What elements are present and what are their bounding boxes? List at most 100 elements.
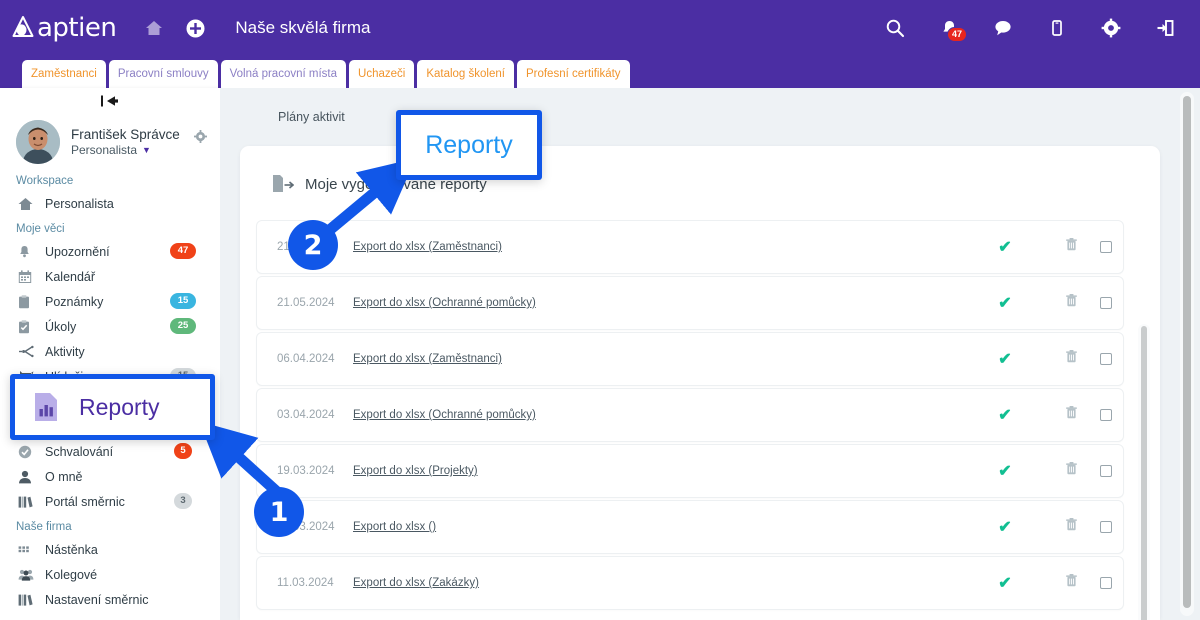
panel-title: Moje vygenerované reporty (305, 175, 487, 193)
sidebar-item-ukoly[interactable]: Úkoly 25 (0, 314, 220, 339)
trash-icon[interactable] (1053, 406, 1089, 424)
module-tab-pracovni-smlouvy[interactable]: Pracovní smlouvy (108, 60, 218, 88)
sidebar-group-nase-firma: Naše firma (16, 521, 72, 533)
avatar (16, 120, 60, 164)
checkbox-icon (1100, 241, 1112, 253)
chat-bubble-icon[interactable] (976, 0, 1030, 56)
sidebar: František Správce Personalista ▼ Workspa… (0, 88, 220, 620)
sidebar-item-nastaveni-smernic[interactable]: Nastavení směrnic (0, 587, 220, 612)
sidebar-item-zadanky[interactable]: Žádanky (0, 414, 220, 439)
sidebar-item-label: Kalendář (45, 269, 96, 284)
module-tab-profesni-certifikaty[interactable]: Profesní certifikáty (516, 60, 630, 88)
row-checkbox[interactable] (1089, 353, 1123, 365)
mobile-phone-icon[interactable] (1030, 0, 1084, 56)
sidebar-item-reporty[interactable]: Reporty (0, 389, 220, 414)
tab-zapisy[interactable]: Záp (397, 110, 419, 124)
aptien-drop-icon (10, 15, 36, 41)
profile-role-row[interactable]: Personalista ▼ (71, 143, 180, 158)
sidebar-item-kolegove[interactable]: Kolegové (0, 562, 220, 587)
sidebar-item-aktivity[interactable]: Aktivity (0, 339, 220, 364)
row-checkbox[interactable] (1089, 521, 1123, 533)
table-row[interactable]: 06.04.2024 Export do xlsx (Zaměstnanci) … (256, 332, 1124, 386)
sidebar-item-upozorneni[interactable]: Upozornění 47 (0, 239, 220, 264)
report-name-link[interactable]: Export do xlsx () (353, 521, 957, 533)
sidebar-item-kalendar[interactable]: Kalendář (0, 264, 220, 289)
row-checkbox[interactable] (1089, 241, 1123, 253)
sidebar-item-personalista[interactable]: Personalista (0, 191, 220, 216)
bell-icon[interactable]: 47 (922, 0, 976, 56)
sidebar-item-label: Upozornění (45, 244, 110, 259)
sidebar-item-label: Žádanky (45, 419, 93, 434)
list-scrollbar-thumb[interactable] (1141, 326, 1147, 620)
row-checkbox[interactable] (1089, 297, 1123, 309)
check-icon: ✔ (998, 575, 1012, 592)
sidebar-badge: 47 (170, 243, 196, 259)
books-icon (18, 593, 38, 607)
logout-icon[interactable] (1138, 0, 1192, 56)
request-form-icon (18, 420, 38, 434)
report-date: 19.03.2024 (277, 465, 335, 477)
report-name-link[interactable]: Export do xlsx (Zakázky) (353, 577, 957, 589)
checkbox-icon (1100, 577, 1112, 589)
sidebar-badge: 15 (170, 368, 196, 384)
export-document-icon (272, 174, 294, 194)
sidebar-item-label: Nastavení směrnic (45, 592, 149, 607)
sidebar-item-nastenka[interactable]: Nástěnka (0, 537, 220, 562)
row-checkbox[interactable] (1089, 465, 1123, 477)
brand-logo[interactable]: aptien (10, 13, 117, 43)
gear-icon[interactable] (1084, 0, 1138, 56)
user-profile[interactable]: František Správce Personalista ▼ (0, 114, 220, 168)
sidebar-item-schvalovani[interactable]: Schvalování 5 (0, 439, 220, 464)
checkbox-icon (1100, 353, 1112, 365)
module-tab-volna-pracovni-mista[interactable]: Volná pracovní místa (220, 60, 347, 88)
collapse-sidebar-button[interactable] (0, 88, 220, 114)
module-tab-uchazeci[interactable]: Uchazeči (349, 60, 415, 88)
calendar-icon (18, 269, 38, 284)
report-name-link[interactable]: Export do xlsx (Zaměstnanci) (353, 241, 957, 253)
trash-icon[interactable] (1053, 462, 1089, 480)
trash-icon[interactable] (1053, 238, 1089, 256)
app-root: aptien Naše skvělá firma 47 Zaměstnanci … (0, 0, 1200, 620)
list-scrollbar[interactable] (1138, 324, 1150, 620)
dashboard-grid-icon (18, 544, 38, 556)
table-row[interactable]: 19.03.2024 Export do xlsx (Projekty) ✔ (256, 444, 1124, 498)
row-checkbox[interactable] (1089, 577, 1123, 589)
report-date: 11.03.2024 (277, 577, 334, 589)
report-name-link[interactable]: Export do xlsx (Ochranné pomůcky) (353, 297, 957, 309)
check-icon: ✔ (998, 351, 1012, 368)
table-row[interactable]: 21.05.2024 Export do xlsx (Zaměstnanci) … (256, 220, 1124, 274)
table-row[interactable]: 21.05.2024 Export do xlsx (Ochranné pomů… (256, 276, 1124, 330)
sidebar-item-label: Úkoly (45, 319, 77, 334)
table-row[interactable]: 11.03.2024 Export do xlsx (Zakázky) ✔ (256, 556, 1124, 610)
checkbox-icon (1100, 521, 1112, 533)
module-tab-zamestnanci[interactable]: Zaměstnanci (22, 60, 106, 88)
trash-icon[interactable] (1053, 350, 1089, 368)
report-name-link[interactable]: Export do xlsx (Projekty) (353, 465, 957, 477)
sidebar-item-hlidaci[interactable]: Hlídači 15 (0, 364, 220, 389)
tab-plany-aktivit[interactable]: Plány aktivit (278, 110, 345, 124)
report-name-link[interactable]: Export do xlsx (Zaměstnanci) (353, 353, 957, 365)
watchdog-icon (18, 370, 38, 383)
page-scrollbar-thumb[interactable] (1183, 96, 1191, 608)
sidebar-item-label: Aktivity (45, 344, 85, 359)
trash-icon[interactable] (1053, 518, 1089, 536)
sidebar-item-o-mne[interactable]: O mně (0, 464, 220, 489)
table-row[interactable]: 03.04.2024 Export do xlsx (Ochranné pomů… (256, 388, 1124, 442)
profile-name: František Správce (71, 126, 180, 142)
page-scrollbar[interactable] (1180, 92, 1194, 616)
top-navigation-bar: aptien Naše skvělá firma 47 (0, 0, 1200, 56)
trash-icon[interactable] (1053, 294, 1089, 312)
profile-gear-icon[interactable] (194, 130, 207, 148)
sidebar-item-portal-smernic[interactable]: Portál směrnic 3 (0, 489, 220, 514)
table-row[interactable]: 19.03.2024 Export do xlsx () ✔ (256, 500, 1124, 554)
sidebar-item-poznamky[interactable]: Poznámky 15 (0, 289, 220, 314)
row-checkbox[interactable] (1089, 409, 1123, 421)
trash-icon[interactable] (1053, 574, 1089, 592)
sidebar-item-label: Poznámky (45, 294, 104, 309)
search-icon[interactable] (868, 0, 922, 56)
module-tab-katalog-skoleni[interactable]: Katalog školení (417, 60, 514, 88)
notification-badge: 47 (946, 27, 967, 42)
report-name-link[interactable]: Export do xlsx (Ochranné pomůcky) (353, 409, 957, 421)
home-icon[interactable] (144, 18, 164, 38)
plus-circle-icon[interactable] (186, 19, 205, 38)
